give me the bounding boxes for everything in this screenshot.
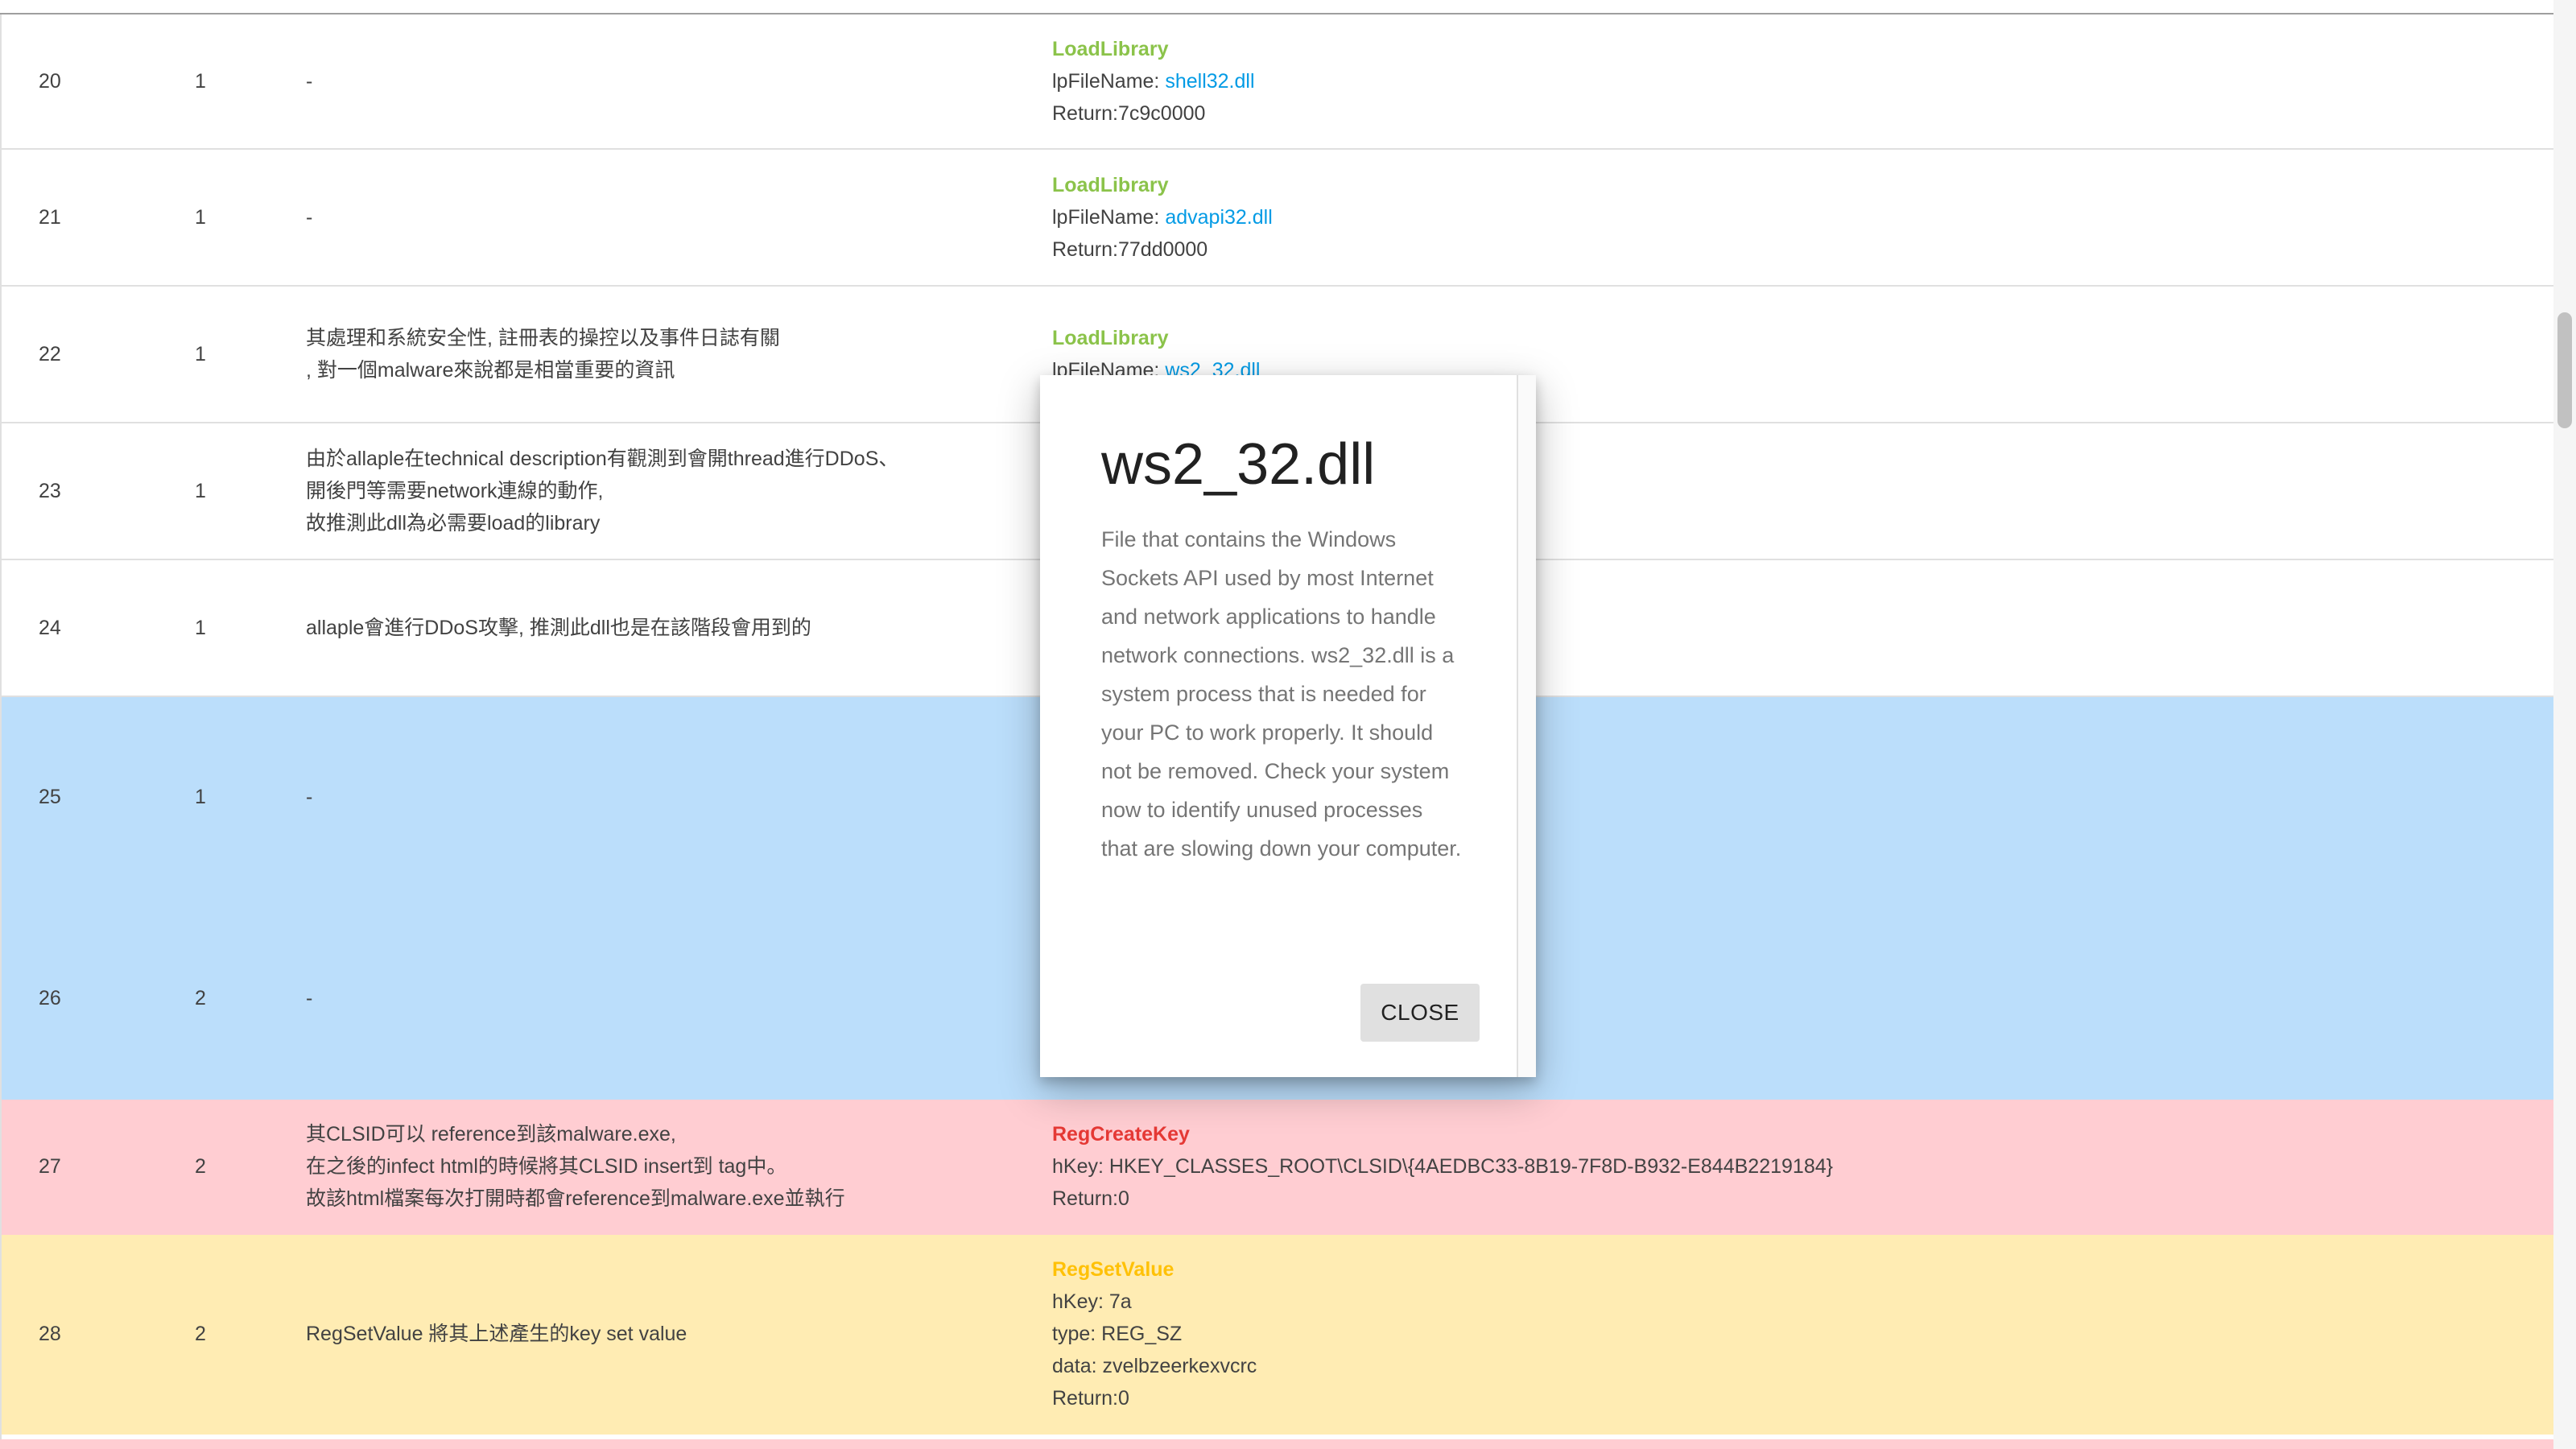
row-number: 23 <box>39 480 61 502</box>
table-left-border <box>0 14 2 1449</box>
row-number: 27 <box>39 1155 61 1178</box>
page-scrollbar[interactable] <box>2553 0 2576 1449</box>
note-line: , 對一個malware來說都是相當重要的資訊 <box>306 359 675 382</box>
modal-title: ws2_32.dll <box>1101 432 1376 497</box>
note-line: RegSetValue 將其上述產生的key set value <box>306 1323 687 1345</box>
note-cell: - <box>306 898 1030 1098</box>
note-cell: - <box>306 697 1030 897</box>
api-param: hKey: HKEY_CLASSES_ROOT\CLSID\{4AEDBC33-… <box>1052 1150 1833 1183</box>
next-row-peek <box>0 1439 2553 1449</box>
scrollbar-thumb[interactable] <box>2557 312 2572 428</box>
api-param: lpFileName: shell32.dll <box>1052 65 1255 97</box>
note-line: 故該html檔案每次打開時都會reference到malware.exe並執行 <box>306 1187 845 1210</box>
api-param: type: REG_SZ <box>1052 1318 1257 1350</box>
table-row[interactable]: 21 1 - LoadLibrary lpFileName: advapi32.dll R… <box>0 150 2553 287</box>
note-line: - <box>306 70 313 93</box>
note-cell: allaple會進行DDoS攻擊, 推測此dll也是在該階段會用到的 <box>306 560 1030 696</box>
api-param: hKey: 7a <box>1052 1286 1257 1318</box>
api-param: Return:0 <box>1052 1382 1257 1414</box>
thread-id: 2 <box>195 1155 206 1178</box>
thread-id: 1 <box>195 480 206 502</box>
row-number: 21 <box>39 206 61 229</box>
param-label: hKey: 7a <box>1052 1290 1132 1313</box>
param-label: type: REG_SZ <box>1052 1323 1183 1345</box>
row-number: 22 <box>39 343 61 365</box>
log-viewer: 20 1 - LoadLibrary lpFileName: shell32.dll Re… <box>0 0 2576 1449</box>
api-call-cell: LoadLibrary lpFileName: advapi32.dll Retur… <box>1052 150 2501 285</box>
note-cell: 其CLSID可以 reference到該malware.exe, 在之後的infe… <box>306 1100 1030 1233</box>
dll-info-modal: ws2_32.dll File that contains the Window… <box>1040 375 1536 1077</box>
note-line: - <box>306 987 313 1009</box>
api-name: LoadLibrary <box>1052 174 1169 196</box>
row-number: 25 <box>39 786 61 808</box>
thread-id: 1 <box>195 343 206 365</box>
api-name: RegCreateKey <box>1052 1123 1190 1146</box>
thread-id: 1 <box>195 617 206 639</box>
thread-id: 1 <box>195 786 206 808</box>
note-cell: 由於allaple在technical description有觀測到會開thr… <box>306 423 1030 559</box>
api-param: Return:0 <box>1052 1183 1833 1215</box>
api-call-cell: RegSetValue hKey: 7a type: REG_SZ data: zve… <box>1052 1235 2501 1433</box>
api-param: data: zvelbzeerkexvcrc <box>1052 1350 1257 1382</box>
row-number: 28 <box>39 1323 61 1345</box>
note-line: 其CLSID可以 reference到該malware.exe, <box>306 1123 676 1146</box>
note-line: 故推測此dll為必需要load的library <box>306 512 601 535</box>
table-row[interactable]: 28 2 RegSetValue 將其上述產生的key set value RegSe… <box>0 1235 2553 1435</box>
api-call-cell: LoadLibrary lpFileName: shell32.dll Return… <box>1052 14 2501 148</box>
param-label: lpFileName: <box>1052 70 1166 93</box>
api-name: LoadLibrary <box>1052 38 1169 60</box>
dll-link[interactable]: shell32.dll <box>1165 70 1254 93</box>
row-number: 24 <box>39 617 61 639</box>
param-label: Return:0 <box>1052 1187 1129 1210</box>
row-number: 20 <box>39 70 61 93</box>
note-line: allaple會進行DDoS攻擊, 推測此dll也是在該階段會用到的 <box>306 617 811 639</box>
note-cell: 其處理和系統安全性, 註冊表的操控以及事件日誌有關 , 對一個malware來說都… <box>306 287 1030 422</box>
note-cell: - <box>306 150 1030 285</box>
param-label: Return:7c9c0000 <box>1052 102 1206 125</box>
thread-id: 1 <box>195 206 206 229</box>
api-param: lpFileName: advapi32.dll <box>1052 201 1273 233</box>
note-line: 其處理和系統安全性, 註冊表的操控以及事件日誌有關 <box>306 327 780 349</box>
thread-id: 1 <box>195 70 206 93</box>
api-name: LoadLibrary <box>1052 327 1169 349</box>
note-line: - <box>306 786 313 808</box>
close-button[interactable]: CLOSE <box>1360 984 1480 1042</box>
note-cell: RegSetValue 將其上述產生的key set value <box>306 1235 1030 1433</box>
param-label: data: zvelbzeerkexvcrc <box>1052 1355 1257 1377</box>
table-row[interactable]: 20 1 - LoadLibrary lpFileName: shell32.dll Re… <box>0 14 2553 150</box>
dll-link[interactable]: advapi32.dll <box>1165 206 1272 229</box>
api-name: RegSetValue <box>1052 1258 1174 1281</box>
param-label: lpFileName: <box>1052 206 1166 229</box>
api-param: Return:7c9c0000 <box>1052 97 1255 130</box>
modal-scrollbar[interactable] <box>1517 375 1536 1077</box>
note-cell: - <box>306 14 1030 148</box>
param-label: Return:77dd0000 <box>1052 238 1208 261</box>
note-line: 開後門等需要network連線的動作, <box>306 480 604 502</box>
modal-description: File that contains the Windows Sockets A… <box>1101 527 1462 861</box>
note-line: - <box>306 206 313 229</box>
note-line: 由於allaple在technical description有觀測到會開thr… <box>306 448 899 470</box>
thread-id: 2 <box>195 987 206 1009</box>
param-label: hKey: HKEY_CLASSES_ROOT\CLSID\{4AEDBC33-… <box>1052 1155 1833 1178</box>
note-line: 在之後的infect html的時候將其CLSID insert到 tag中。 <box>306 1155 787 1178</box>
thread-id: 2 <box>195 1323 206 1345</box>
api-param: Return:77dd0000 <box>1052 233 1273 266</box>
table-row[interactable]: 27 2 其CLSID可以 reference到該malware.exe, 在之後的i… <box>0 1100 2553 1235</box>
api-call-cell: RegCreateKey hKey: HKEY_CLASSES_ROOT\CLSI… <box>1052 1100 2501 1233</box>
row-number: 26 <box>39 987 61 1009</box>
param-label: Return:0 <box>1052 1387 1129 1410</box>
